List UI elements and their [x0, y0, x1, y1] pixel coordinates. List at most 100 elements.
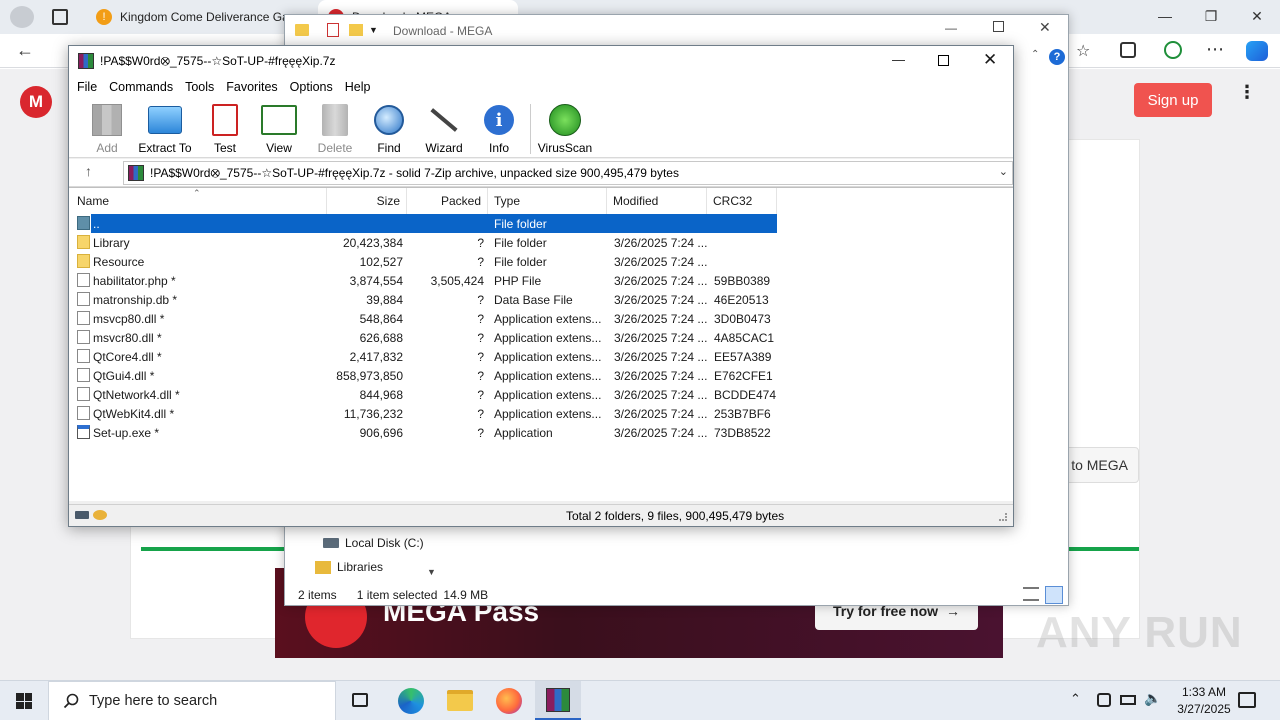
winrar-maximize-button[interactable]	[938, 55, 949, 66]
find-button[interactable]: Find	[361, 102, 417, 158]
winrar-title-bar: !PA$$W0rd⭙_7575--☆SoT-UP-#fręęęXip.7z — …	[69, 46, 1013, 76]
file-explorer-taskbar-icon[interactable]	[447, 690, 473, 711]
tray-chevron-icon[interactable]: ⌃	[1070, 691, 1081, 707]
table-row[interactable]: matronship.db * 39,884? Data Base File 3/26…	[69, 290, 1013, 309]
table-row[interactable]: Set-up.exe * 906,696? Application 3/26/2025…	[69, 423, 1013, 442]
cell-modified: 3/26/2025 7:24 ...	[614, 368, 707, 383]
up-arrow-icon[interactable]: ↑	[85, 163, 92, 179]
cell-crc32: 46E20513	[714, 292, 769, 307]
col-header-type[interactable]: Type	[488, 188, 607, 214]
winrar-window: !PA$$W0rd⭙_7575--☆SoT-UP-#fręęęXip.7z — …	[68, 45, 1014, 527]
path-dropdown-icon[interactable]: ⌄	[999, 165, 1008, 178]
more-menu-icon[interactable]: ⋯	[1206, 39, 1224, 60]
battery-icon[interactable]	[1120, 695, 1136, 705]
table-row[interactable]: .. File folder	[69, 214, 1013, 233]
cell-size	[327, 214, 403, 233]
table-row[interactable]: QtWebKit4.dll * 11,736,232? Application ex…	[69, 404, 1013, 423]
winrar-app-icon	[78, 53, 94, 69]
wizard-button[interactable]: Wizard	[416, 102, 472, 158]
winrar-taskbar-button[interactable]	[535, 681, 581, 720]
table-row[interactable]: msvcp80.dll * 548,864? Application extens.…	[69, 309, 1013, 328]
tab-actions-icon[interactable]	[52, 9, 68, 25]
table-row[interactable]: QtGui4.dll * 858,973,850? Application exte…	[69, 366, 1013, 385]
menu-file[interactable]: File	[77, 80, 105, 94]
nav-item-libraries[interactable]: Libraries	[315, 560, 383, 574]
explorer-status-bar: 2 items 1 item selected 14.9 MB	[285, 585, 1068, 605]
notifications-icon[interactable]	[1238, 692, 1256, 708]
task-view-icon[interactable]	[352, 693, 368, 707]
clock-date[interactable]: 3/27/2025	[1164, 702, 1244, 716]
browser-close-button[interactable]: ✕	[1242, 4, 1272, 28]
add-button[interactable]: Add	[79, 102, 135, 158]
menu-favorites[interactable]: Favorites	[226, 80, 285, 94]
delete-button[interactable]: Delete	[307, 102, 363, 158]
favorites-icon[interactable]: ☆	[1076, 41, 1090, 61]
gear-file-icon	[77, 368, 90, 382]
col-header-modified[interactable]: Modified	[607, 188, 707, 214]
properties-icon[interactable]	[327, 23, 339, 37]
cell-name: Library	[93, 235, 130, 250]
browser-restore-button[interactable]: ❐	[1196, 4, 1226, 28]
menu-tools[interactable]: Tools	[185, 80, 222, 94]
winrar-minimize-button[interactable]: —	[892, 52, 905, 67]
new-folder-icon[interactable]	[349, 24, 363, 36]
menu-help[interactable]: Help	[345, 80, 379, 94]
table-row[interactable]: Resource 102,527? File folder 3/26/2025 7:2…	[69, 252, 1013, 271]
sign-up-button[interactable]: Sign up	[1134, 83, 1212, 117]
mega-logo-icon[interactable]: M	[20, 86, 52, 118]
virusscan-button[interactable]: VirusScan	[537, 102, 593, 158]
menu-commands[interactable]: Commands	[109, 80, 181, 94]
taskbar: Type here to search ⌃ 🔈 1:33 AM 3/27/202…	[0, 680, 1280, 720]
profile-avatar[interactable]	[10, 6, 34, 28]
view-button[interactable]: View	[251, 102, 307, 158]
tab-kingdom-come[interactable]: ! Kingdom Come Deliverance Ga	[86, 0, 316, 34]
edge-taskbar-icon[interactable]	[398, 688, 424, 714]
nav-scroll-down-icon[interactable]: ▼	[427, 567, 436, 577]
explorer-maximize-button[interactable]	[993, 21, 1004, 32]
test-button[interactable]: Test	[197, 102, 253, 158]
col-header-size[interactable]: Size	[327, 188, 407, 214]
ribbon-expand-icon[interactable]: ⌃	[1031, 49, 1039, 60]
col-header-name[interactable]: Name ⌃	[69, 188, 327, 214]
col-header-crc32[interactable]: CRC32	[707, 188, 777, 214]
table-row[interactable]: QtCore4.dll * 2,417,832? Application exten…	[69, 347, 1013, 366]
explorer-minimize-button[interactable]: —	[945, 21, 957, 35]
info-button[interactable]: i Info	[471, 102, 527, 158]
winrar-close-button[interactable]: ✕	[983, 50, 997, 70]
clock-time[interactable]: 1:33 AM	[1172, 685, 1236, 699]
cell-crc32: BCDDE474	[714, 387, 777, 402]
start-button[interactable]	[0, 681, 48, 720]
view-label: View	[266, 141, 292, 155]
copilot-icon[interactable]	[1246, 41, 1268, 61]
help-icon[interactable]: ?	[1049, 49, 1065, 65]
large-icons-view-icon[interactable]	[1045, 586, 1063, 604]
firefox-taskbar-icon[interactable]	[496, 688, 522, 714]
delete-label: Delete	[317, 141, 353, 155]
resize-grip-icon[interactable]	[999, 513, 1007, 521]
col-header-packed[interactable]: Packed	[407, 188, 488, 214]
cell-type: File folder	[494, 254, 547, 269]
browser-minimize-button[interactable]: —	[1150, 4, 1180, 28]
cell-size: 3,874,554	[349, 273, 403, 288]
nav-item-local-disk[interactable]: Local Disk (C:)	[323, 536, 424, 550]
open-in-mega-button[interactable]: to MEGA	[1061, 447, 1139, 483]
network-icon[interactable]	[1097, 693, 1111, 707]
table-row[interactable]: QtNetwork4.dll * 844,968? Application exte…	[69, 385, 1013, 404]
table-row[interactable]: Library 20,423,384? File folder 3/26/2025 7…	[69, 233, 1013, 252]
qat-dropdown-icon[interactable]: ▼	[369, 25, 378, 35]
back-arrow-icon[interactable]: ←	[16, 40, 34, 61]
table-row[interactable]: msvcr80.dll * 626,688? Application extens.…	[69, 328, 1013, 347]
windows-logo-icon	[16, 693, 32, 709]
table-row[interactable]: habilitator.php * 3,874,554 3,505,424 PHP F…	[69, 271, 1013, 290]
status-items: 2 items	[298, 588, 337, 602]
taskbar-search-box[interactable]: Type here to search	[48, 681, 336, 720]
menu-options[interactable]: Options	[290, 80, 341, 94]
kebab-menu-icon[interactable]: ⋮	[1238, 83, 1256, 101]
path-field[interactable]: !PA$$W0rd⭙_7575--☆SoT-UP-#fręęęXip.7z - …	[123, 161, 1013, 185]
collections-icon[interactable]	[1120, 42, 1136, 58]
extract-to-button[interactable]: Extract To	[137, 102, 193, 158]
details-view-icon[interactable]	[1023, 587, 1039, 601]
volume-icon[interactable]: 🔈	[1144, 690, 1161, 707]
extensions-icon[interactable]	[1164, 41, 1182, 59]
explorer-close-button[interactable]: ✕	[1039, 19, 1051, 36]
